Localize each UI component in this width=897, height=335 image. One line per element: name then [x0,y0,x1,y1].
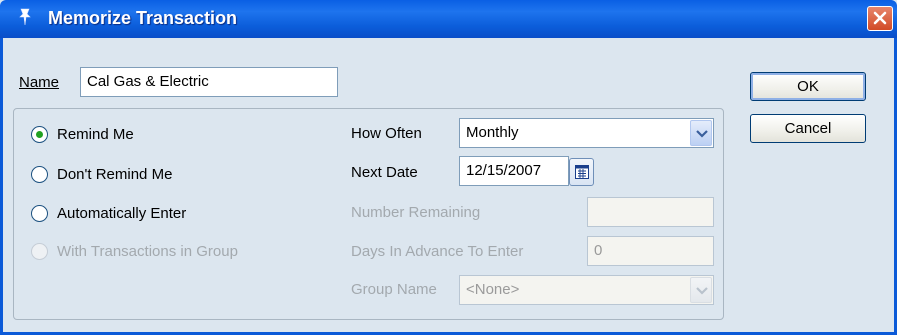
radio-button[interactable] [31,205,48,222]
days-in-advance-input: 0 [587,236,714,266]
title-bar: Memorize Transaction [0,0,897,38]
how-often-value: Monthly [466,124,519,141]
name-input[interactable]: Cal Gas & Electric [80,67,338,97]
radio-button[interactable] [31,126,48,143]
number-remaining-label: Number Remaining [351,204,481,221]
calendar-icon [575,165,589,179]
radio-button [31,243,48,260]
ok-button[interactable]: OK [750,72,866,101]
how-often-select[interactable]: Monthly [459,118,714,148]
how-often-label: How Often [351,125,422,142]
name-label: Name [19,74,60,91]
number-remaining-input [587,197,714,227]
group-name-label: Group Name [351,281,437,298]
calendar-button[interactable] [569,158,594,186]
close-button[interactable] [867,6,893,31]
chevron-down-icon [696,130,708,138]
group-name-dropdown-button [690,277,712,303]
next-date-label: Next Date [351,164,418,181]
close-icon [873,11,887,25]
days-in-advance-label: Days In Advance To Enter [351,243,524,260]
chevron-down-icon [696,287,708,295]
cancel-button[interactable]: Cancel [750,114,866,143]
dialog-body: Name Cal Gas & Electric Remind Me Don't … [0,38,897,335]
how-often-dropdown-button[interactable] [690,120,712,146]
radio-label: With Transactions in Group [57,243,238,260]
radio-button[interactable] [31,166,48,183]
group-name-value: <None> [466,281,520,298]
window-title: Memorize Transaction [48,8,238,28]
radio-label: Automatically Enter [57,205,187,222]
radio-label: Remind Me [57,126,134,143]
memorize-pin-icon [19,8,31,26]
next-date-input[interactable]: 12/15/2007 [459,156,569,186]
group-name-select: <None> [459,275,714,305]
schedule-group: Remind Me Don't Remind Me Automatically … [13,108,724,320]
radio-label: Don't Remind Me [57,166,173,183]
